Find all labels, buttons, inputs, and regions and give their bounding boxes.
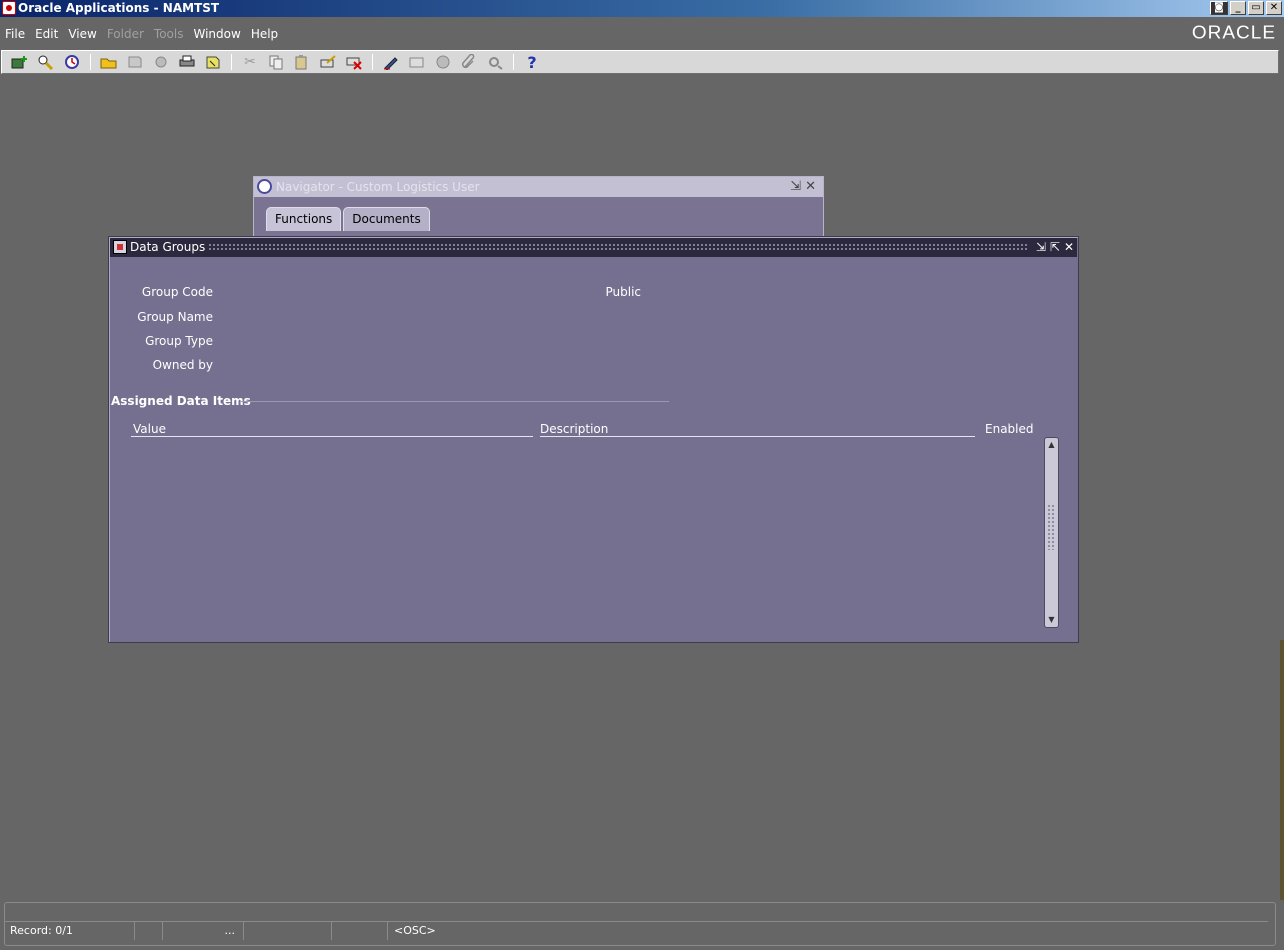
edit-field-icon[interactable] <box>381 52 401 72</box>
cut-icon[interactable]: ✂ <box>240 52 260 72</box>
description-column-underline <box>540 436 975 437</box>
open-folder-icon[interactable] <box>99 52 119 72</box>
desktop-edge <box>1280 640 1284 900</box>
toolbar-separator <box>90 54 91 70</box>
status-bar: Record: 0/1 ... <OSC> <box>4 921 1276 941</box>
data-groups-window-controls: ⇲ ⇱ ✕ <box>1036 238 1074 257</box>
minimize-icon[interactable]: ⇲ <box>790 179 805 194</box>
oracle-logo: ORACLE <box>1191 23 1276 44</box>
status-list-of-values: ... <box>163 921 244 940</box>
save-icon[interactable] <box>125 52 145 72</box>
status-cell-blank <box>244 921 332 940</box>
tab-functions[interactable]: Functions <box>266 207 342 231</box>
maximize-icon[interactable]: ⇱ <box>1050 238 1060 257</box>
new-record-icon[interactable] <box>10 52 30 72</box>
assigned-data-items-heading: Assigned Data Items <box>111 394 251 408</box>
owned-by-label: Owned by <box>152 358 213 372</box>
screen-icon: ◙ <box>1210 1 1228 15</box>
find-icon[interactable] <box>36 52 56 72</box>
value-column-header: Value <box>133 422 166 436</box>
delete-record-icon[interactable] <box>344 52 364 72</box>
group-type-label: Group Type <box>145 334 213 348</box>
zoom-icon[interactable] <box>407 52 427 72</box>
scroll-thumb[interactable] <box>1047 504 1056 550</box>
toolbar-separator <box>513 54 514 70</box>
public-label: Public <box>605 285 641 299</box>
app-title: Oracle Applications - NAMTST <box>18 1 220 15</box>
data-groups-window[interactable]: Data Groups ⇲ ⇱ ✕ Group Code Group Name … <box>108 236 1079 643</box>
close-icon[interactable]: ✕ <box>1064 238 1074 257</box>
folder-tools-icon[interactable] <box>485 52 505 72</box>
navigator-icon[interactable] <box>62 52 82 72</box>
status-cell-blank <box>135 921 163 940</box>
print-icon[interactable] <box>177 52 197 72</box>
next-step-icon[interactable] <box>151 52 171 72</box>
close-button[interactable]: ✕ <box>1266 1 1282 15</box>
toolbar: ✂ ? <box>1 50 1279 74</box>
menu-view[interactable]: View <box>65 27 99 41</box>
navigator-icon <box>257 179 272 194</box>
navigator-title-bar[interactable]: Navigator - Custom Logistics User ⇲✕ <box>254 177 823 197</box>
toolbar-separator <box>231 54 232 70</box>
menu-edit[interactable]: Edit <box>32 27 61 41</box>
menu-bar: File Edit View Folder Tools Window Help … <box>0 17 1284 50</box>
navigator-title: Navigator - Custom Logistics User <box>276 180 480 194</box>
toolbar-separator <box>372 54 373 70</box>
menu-tools[interactable]: Tools <box>151 27 187 41</box>
value-column-underline <box>131 436 533 437</box>
help-icon[interactable]: ? <box>522 52 542 72</box>
navigator-window-controls: ⇲✕ <box>790 177 820 197</box>
menu-window[interactable]: Window <box>190 27 243 41</box>
tab-documents[interactable]: Documents <box>343 207 430 231</box>
vertical-scrollbar[interactable]: ▲ ▼ <box>1044 437 1059 628</box>
navigator-tabs: Functions Documents <box>266 207 430 231</box>
menu-file[interactable]: File <box>2 27 28 41</box>
oracle-app-icon <box>2 1 16 15</box>
maximize-button[interactable]: ▭ <box>1248 1 1264 15</box>
copy-icon[interactable] <box>266 52 286 72</box>
app-title-bar: Oracle Applications - NAMTST ◙ _ ▭ ✕ <box>0 0 1284 17</box>
clear-record-icon[interactable] <box>318 52 338 72</box>
menu-folder[interactable]: Folder <box>104 27 147 41</box>
group-name-label: Group Name <box>137 310 213 324</box>
section-divider <box>241 401 669 402</box>
title-bar-grip <box>208 243 1027 252</box>
status-mode: <OSC> <box>388 921 1268 940</box>
status-record: Record: 0/1 <box>4 921 135 940</box>
close-icon[interactable]: ✕ <box>805 179 820 194</box>
status-message-line <box>4 903 1262 921</box>
description-column-header: Description <box>540 422 609 436</box>
group-code-label: Group Code <box>141 285 213 299</box>
enabled-column-header: Enabled <box>985 422 1034 436</box>
paste-icon[interactable] <box>292 52 312 72</box>
translations-icon[interactable] <box>433 52 453 72</box>
scroll-up-icon[interactable]: ▲ <box>1047 440 1056 450</box>
status-cell-blank <box>332 921 388 940</box>
window-controls: ◙ _ ▭ ✕ <box>1210 1 1282 15</box>
menu-help[interactable]: Help <box>248 27 281 41</box>
data-groups-title: Data Groups <box>130 240 206 254</box>
close-form-icon[interactable] <box>203 52 223 72</box>
minimize-icon[interactable]: ⇲ <box>1036 238 1046 257</box>
minimize-button[interactable]: _ <box>1230 1 1246 15</box>
attachments-icon[interactable] <box>459 52 479 72</box>
data-groups-title-bar[interactable]: Data Groups ⇲ ⇱ ✕ <box>110 238 1077 257</box>
scroll-down-icon[interactable]: ▼ <box>1047 615 1056 625</box>
form-icon <box>113 240 127 254</box>
